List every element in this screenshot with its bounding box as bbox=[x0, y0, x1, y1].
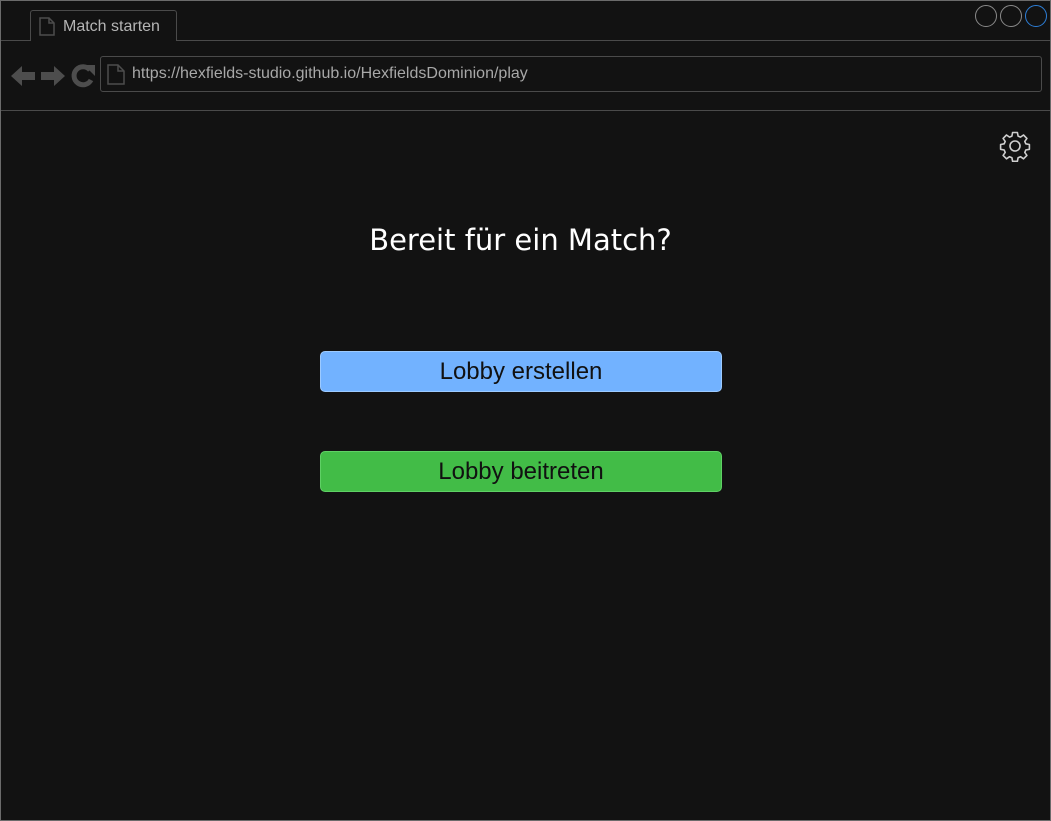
page-content: Bereit für ein Match? Lobby erstellen Lo… bbox=[1, 112, 1050, 820]
minimize-button[interactable] bbox=[975, 5, 997, 27]
tab-bar: Match starten bbox=[1, 1, 1050, 42]
tab-title: Match starten bbox=[63, 17, 160, 35]
window-controls bbox=[975, 5, 1047, 27]
page-icon bbox=[107, 63, 125, 85]
browser-window: Match starten https://hexfields-studio.g… bbox=[0, 0, 1051, 821]
forward-arrow-icon[interactable] bbox=[40, 63, 66, 89]
navigation-bar: https://hexfields-studio.github.io/Hexfi… bbox=[1, 41, 1050, 111]
address-bar[interactable]: https://hexfields-studio.github.io/Hexfi… bbox=[100, 56, 1042, 92]
back-arrow-icon[interactable] bbox=[10, 63, 36, 89]
join-lobby-button[interactable]: Lobby beitreten bbox=[320, 451, 722, 492]
create-lobby-button[interactable]: Lobby erstellen bbox=[320, 351, 722, 392]
url-text: https://hexfields-studio.github.io/Hexfi… bbox=[132, 65, 528, 82]
page-icon bbox=[39, 17, 55, 36]
page-title: Bereit für ein Match? bbox=[369, 223, 672, 257]
tab-match-starten[interactable]: Match starten bbox=[30, 10, 177, 42]
maximize-button[interactable] bbox=[1000, 5, 1022, 27]
reload-icon[interactable] bbox=[70, 63, 96, 89]
close-button[interactable] bbox=[1025, 5, 1047, 27]
gear-icon[interactable] bbox=[999, 130, 1031, 162]
